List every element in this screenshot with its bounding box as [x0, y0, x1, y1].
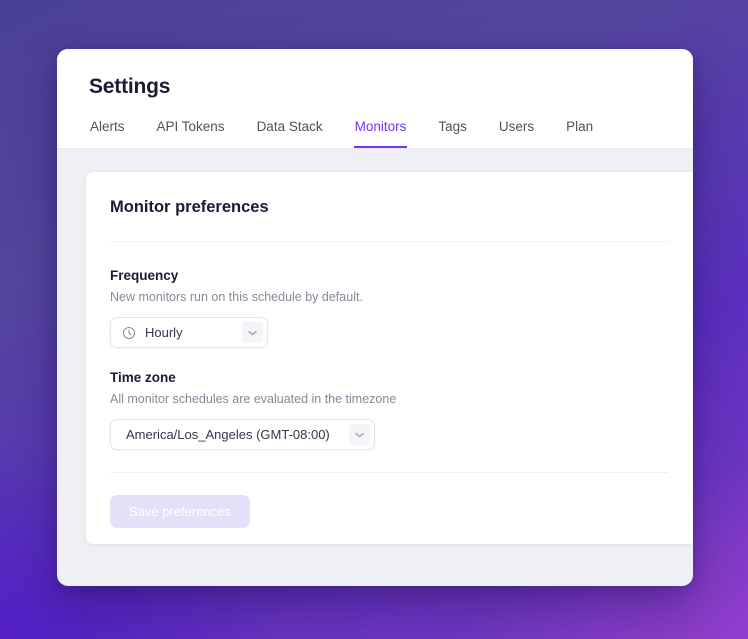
monitor-preferences-card: Monitor preferences Frequency New monito… [85, 171, 693, 545]
timezone-value: America/Los_Angeles (GMT-08:00) [126, 427, 330, 442]
frequency-field-group: Frequency New monitors run on this sched… [86, 268, 693, 348]
timezone-select[interactable]: America/Los_Angeles (GMT-08:00) [110, 419, 375, 450]
chevron-down-icon[interactable] [242, 322, 263, 343]
window-header: Settings Alerts API Tokens Data Stack Mo… [57, 49, 693, 149]
tab-plan[interactable]: Plan [565, 119, 594, 148]
tab-api-tokens[interactable]: API Tokens [156, 119, 226, 148]
chevron-down-icon[interactable] [349, 424, 370, 445]
tab-monitors[interactable]: Monitors [353, 119, 408, 148]
save-preferences-button[interactable]: Save preferences [110, 495, 250, 528]
window-body: Monitor preferences Frequency New monito… [57, 149, 693, 586]
app-window: Settings Alerts API Tokens Data Stack Mo… [57, 49, 693, 586]
tab-alerts[interactable]: Alerts [89, 119, 126, 148]
frequency-label: Frequency [110, 268, 179, 283]
card-footer-divider [110, 472, 669, 473]
frequency-select[interactable]: Hourly [110, 317, 268, 348]
page-title: Settings [89, 75, 171, 98]
timezone-field-group: Time zone All monitor schedules are eval… [86, 370, 693, 450]
tab-data-stack[interactable]: Data Stack [256, 119, 324, 148]
timezone-help-text: All monitor schedules are evaluated in t… [110, 392, 397, 406]
timezone-label: Time zone [110, 370, 176, 385]
tab-users[interactable]: Users [498, 119, 535, 148]
card-title-divider [110, 241, 669, 242]
card-title: Monitor preferences [110, 198, 269, 216]
tab-tags[interactable]: Tags [437, 119, 468, 148]
settings-tab-bar: Alerts API Tokens Data Stack Monitors Ta… [57, 119, 693, 148]
frequency-help-text: New monitors run on this schedule by def… [110, 290, 363, 304]
frequency-value: Hourly [145, 325, 183, 340]
clock-icon [122, 326, 136, 340]
